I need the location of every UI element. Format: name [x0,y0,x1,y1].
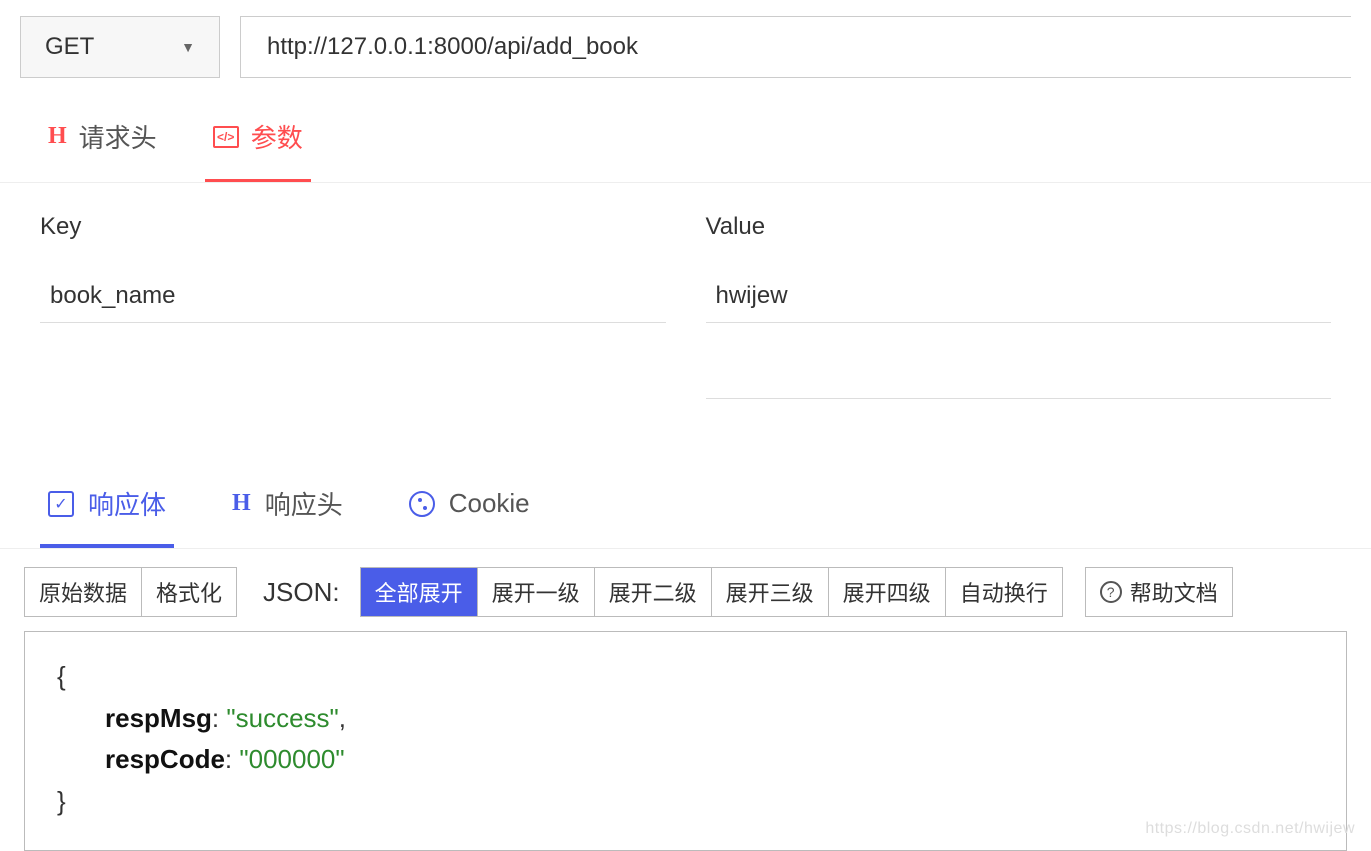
expand-level3-button[interactable]: 展开三级 [711,568,828,616]
expand-level1-button[interactable]: 展开一级 [477,568,594,616]
chevron-down-icon: ▼ [181,39,195,55]
expand-level2-button[interactable]: 展开二级 [594,568,711,616]
raw-data-button[interactable]: 原始数据 [25,568,141,616]
params-section: Key Value [0,183,1371,441]
param-row [40,269,1331,323]
cookie-icon [409,491,435,517]
tab-request-params-label: 参数 [251,118,303,155]
tab-response-headers-label: 响应头 [265,485,343,522]
response-toolbar: 原始数据 格式化 JSON: 全部展开 展开一级 展开二级 展开三级 展开四级 … [0,549,1371,631]
response-tabs: ✓ 响应体 H 响应头 Cookie [0,441,1371,549]
json-brace-open: { [57,661,66,691]
expand-group: 全部展开 展开一级 展开二级 展开三级 展开四级 自动换行 [360,567,1063,617]
json-key: respCode [57,744,225,774]
headers-icon: H [232,490,251,517]
tab-response-headers[interactable]: H 响应头 [224,475,351,548]
expand-level4-button[interactable]: 展开四级 [828,568,945,616]
expand-all-button[interactable]: 全部展开 [361,568,477,616]
url-input[interactable] [240,16,1351,78]
tab-request-params[interactable]: </> 参数 [205,108,311,182]
json-key: respMsg [57,703,212,733]
json-label: JSON: [263,577,340,608]
json-viewer: { respMsg: "success", respCode: "000000"… [24,631,1347,851]
help-icon: ? [1100,581,1122,603]
json-string: "success" [226,703,338,733]
param-key-input[interactable] [40,269,666,323]
watermark: https://blog.csdn.net/hwijew [1145,820,1355,838]
json-comma: , [339,703,346,733]
http-method-value: GET [45,33,94,61]
param-value-input[interactable] [706,269,1332,323]
tab-response-cookie-label: Cookie [449,488,530,519]
tab-request-headers[interactable]: H 请求头 [40,108,165,182]
tab-request-headers-label: 请求头 [79,118,157,155]
param-value-input[interactable] [706,345,1332,399]
json-brace-close: } [57,786,66,816]
check-icon: ✓ [48,491,74,517]
tab-response-cookie[interactable]: Cookie [401,475,538,548]
request-tabs: H 请求头 </> 参数 [0,94,1371,183]
param-row [40,345,1331,399]
params-key-header: Key [40,213,666,253]
format-button[interactable]: 格式化 [141,568,236,616]
word-wrap-button[interactable]: 自动换行 [945,568,1062,616]
headers-icon: H [48,123,67,150]
tab-response-body[interactable]: ✓ 响应体 [40,475,174,548]
json-colon: : [212,703,226,733]
params-icon: </> [213,126,239,148]
json-colon: : [225,744,239,774]
tab-response-body-label: 响应体 [88,485,166,522]
help-doc-label: 帮助文档 [1130,576,1218,608]
params-value-header: Value [706,213,1332,253]
help-doc-button[interactable]: ? 帮助文档 [1085,567,1233,617]
view-mode-group: 原始数据 格式化 [24,567,237,617]
http-method-select[interactable]: GET ▼ [20,16,220,78]
json-string: "000000" [239,744,344,774]
